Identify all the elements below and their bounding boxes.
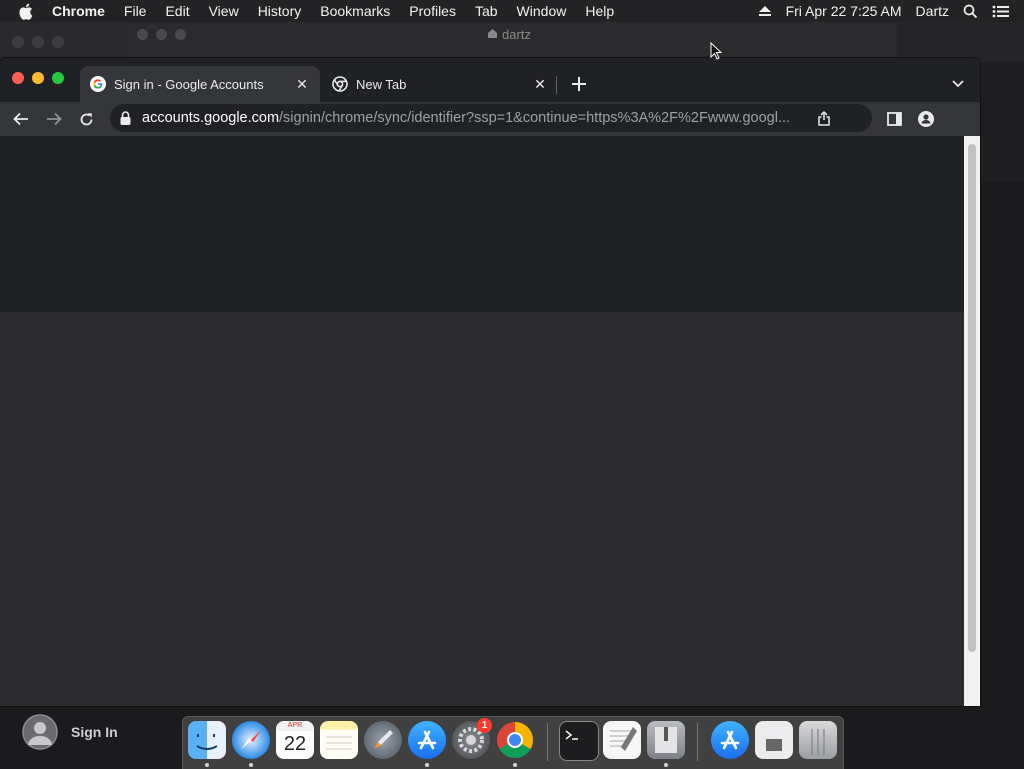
url-host: accounts.google.com [142, 110, 280, 126]
zoom-window-button[interactable] [52, 72, 64, 84]
running-indicator [249, 763, 253, 767]
dock-separator [697, 723, 698, 761]
share-icon[interactable] [816, 110, 832, 126]
menu-window[interactable]: Window [517, 3, 567, 19]
running-indicator [664, 763, 668, 767]
plus-icon [572, 77, 586, 91]
mouse-cursor-icon [710, 41, 723, 65]
scrollbar-thumb[interactable] [968, 144, 976, 652]
profile-avatar-icon [918, 111, 934, 127]
menu-history[interactable]: History [258, 3, 302, 19]
archive-utility-icon[interactable] [647, 721, 685, 759]
background-window-right [897, 22, 1024, 62]
dock: APR 22 1 [182, 716, 844, 769]
side-panel-icon [886, 112, 902, 126]
profile-button[interactable] [914, 107, 938, 131]
menu-bookmarks[interactable]: Bookmarks [320, 3, 390, 19]
calendar-day: 22 [283, 733, 307, 755]
tab-new-tab[interactable]: New Tab ✕ [322, 66, 558, 102]
close-tab-icon[interactable]: ✕ [530, 74, 550, 94]
finder-icon[interactable] [188, 721, 226, 759]
window-traffic-lights [12, 72, 64, 84]
page-header-band [0, 136, 964, 312]
close-window-button[interactable] [12, 72, 24, 84]
back-arrow-icon [13, 112, 28, 126]
preview-document-icon[interactable] [755, 721, 793, 759]
calendar-month: APR [276, 721, 314, 731]
menu-edit[interactable]: Edit [165, 3, 189, 19]
running-indicator [513, 763, 517, 767]
app-store-icon[interactable] [408, 721, 446, 759]
page-scrollbar[interactable] [964, 136, 980, 706]
terminal-icon[interactable] [559, 721, 599, 761]
background-window-title: dartz [487, 27, 531, 42]
status-menus: Fri Apr 22 7:25 AM Dartz [758, 0, 1024, 22]
notification-center-icon[interactable] [992, 5, 1010, 18]
tab-sign-in-google-accounts[interactable]: Sign in - Google Accounts ✕ [80, 66, 320, 102]
forward-button[interactable] [42, 107, 66, 131]
menu-tab[interactable]: Tab [475, 3, 498, 19]
google-chrome-icon[interactable] [496, 721, 534, 759]
background-window-traffic-lights [137, 29, 186, 40]
running-indicator [205, 763, 209, 767]
safari-icon[interactable] [232, 721, 270, 759]
reload-icon [80, 112, 92, 125]
back-button[interactable] [9, 107, 33, 131]
running-indicator [425, 763, 429, 767]
chrome-window: Sign in - Google Accounts ✕ New Tab ✕ ac… [0, 58, 980, 706]
eject-icon[interactable] [758, 5, 772, 17]
launchpad-icon[interactable] [364, 721, 402, 759]
tab-search-button[interactable] [946, 72, 970, 96]
background-window-sidebar [980, 62, 1024, 182]
side-panel-button[interactable] [882, 107, 906, 131]
page-content [0, 136, 964, 706]
calendar-icon[interactable]: APR 22 [276, 721, 314, 759]
chrome-icon [332, 76, 348, 92]
textedit-icon[interactable] [603, 721, 641, 759]
menu-file[interactable]: File [124, 3, 147, 19]
dock-separator [547, 723, 548, 761]
spotlight-search-icon[interactable] [963, 4, 978, 19]
app-store-download-icon[interactable] [711, 721, 749, 759]
menubar-clock[interactable]: Fri Apr 22 7:25 AM [786, 3, 902, 19]
apple-menu-icon[interactable] [18, 3, 36, 20]
menu-help[interactable]: Help [585, 3, 614, 19]
close-tab-icon[interactable]: ✕ [292, 74, 312, 94]
notes-icon[interactable] [320, 721, 358, 759]
google-g-icon [90, 76, 106, 92]
background-window-left [0, 22, 127, 62]
tab-separator [556, 76, 557, 94]
notification-badge: 1 [477, 718, 492, 733]
background-finder-window[interactable]: dartz [127, 22, 897, 63]
browser-toolbar: accounts.google.com /signin/chrome/sync/… [0, 102, 980, 136]
minimize-window-button[interactable] [32, 72, 44, 84]
new-tab-button[interactable] [566, 71, 592, 97]
menu-view[interactable]: View [209, 3, 239, 19]
menubar-user[interactable]: Dartz [916, 3, 949, 19]
menu-app-name[interactable]: Chrome [52, 3, 105, 19]
menu-bar: Chrome File Edit View History Bookmarks … [0, 0, 1024, 22]
background-traffic-lights [12, 36, 64, 48]
home-folder-icon [487, 27, 498, 42]
tab-label: New Tab [356, 76, 407, 92]
trash-icon[interactable] [799, 721, 837, 759]
reload-button[interactable] [74, 107, 98, 131]
tab-label: Sign in - Google Accounts [114, 76, 264, 92]
chevron-down-icon [952, 80, 964, 88]
sign-in-button[interactable]: Sign In [22, 714, 118, 750]
sign-in-label: Sign In [71, 724, 118, 740]
address-bar[interactable]: accounts.google.com /signin/chrome/sync/… [110, 104, 872, 132]
background-window-title-text: dartz [502, 27, 531, 42]
forward-arrow-icon [47, 112, 62, 126]
user-avatar-icon [22, 714, 58, 750]
menu-profiles[interactable]: Profiles [409, 3, 456, 19]
url-path: /signin/chrome/sync/identifier?ssp=1&con… [279, 110, 791, 126]
lock-icon[interactable] [120, 111, 134, 125]
tab-strip: Sign in - Google Accounts ✕ New Tab ✕ [0, 58, 980, 102]
